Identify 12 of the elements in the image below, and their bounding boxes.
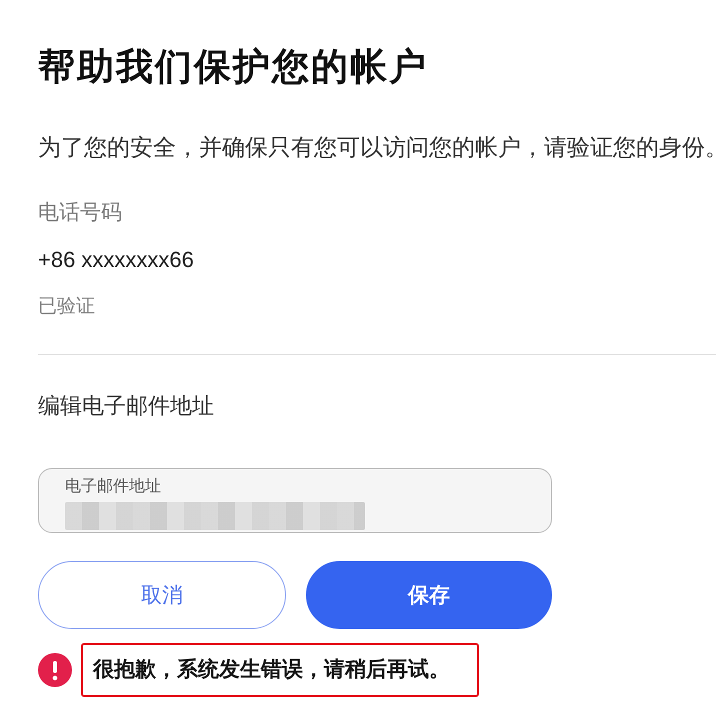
field-label: 电子邮件地址 — [65, 477, 161, 497]
phone-label: 电话号码 — [38, 200, 122, 226]
section-title: 编辑电子邮件地址 — [38, 392, 214, 420]
email-field[interactable]: 电子邮件地址 — [38, 468, 552, 533]
description-text: 为了您的安全，并确保只有您可以访问您的帐户，请验证您的身份。 — [38, 133, 716, 162]
phone-number: +86 xxxxxxxx66 — [38, 246, 194, 274]
verified-status: 已验证 — [38, 295, 95, 319]
exclamation-icon — [38, 653, 72, 687]
cancel-button[interactable]: 取消 — [38, 561, 286, 629]
save-button[interactable]: 保存 — [306, 561, 552, 629]
error-message: 很抱歉，系统发生错误，请稍后再试。 — [81, 643, 479, 697]
page-title: 帮助我们保护您的帐户 — [38, 45, 428, 89]
